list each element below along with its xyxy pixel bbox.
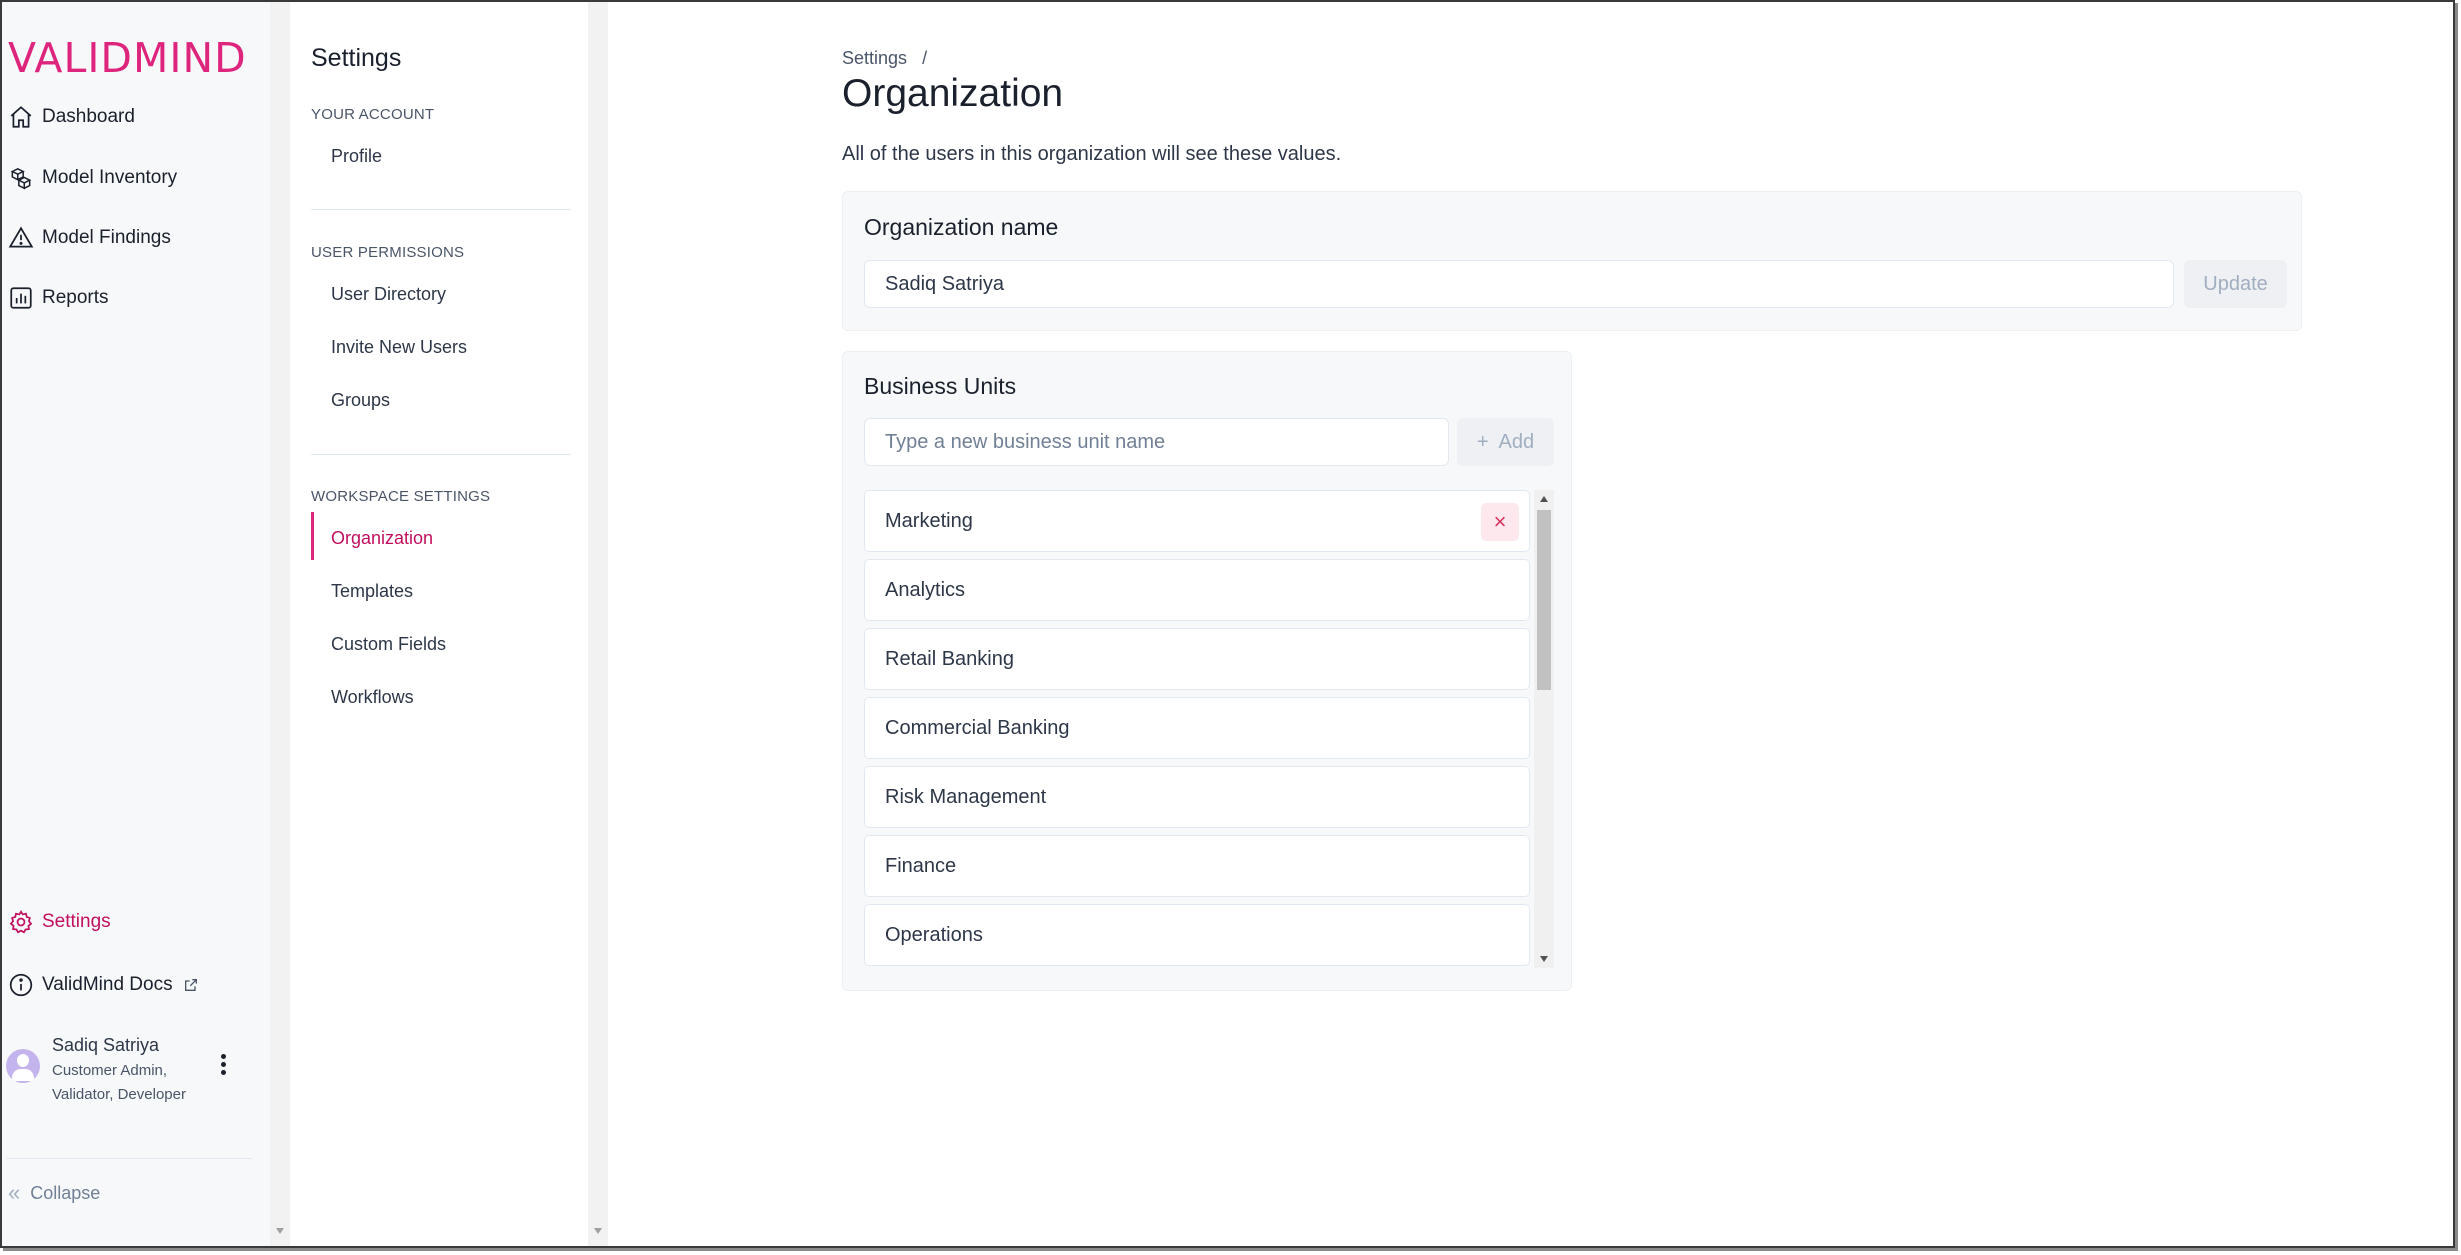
home-icon bbox=[10, 106, 32, 128]
subnav-item-invite-new-users[interactable]: Invite New Users bbox=[331, 337, 467, 358]
subnav-scrollbar[interactable] bbox=[588, 2, 608, 1246]
subnav-section-your-account: YOUR ACCOUNT bbox=[311, 106, 435, 123]
subnav-item-profile[interactable]: Profile bbox=[331, 146, 382, 167]
left-navigation: VALIDMIND Dashboard Model Inventory Mode… bbox=[2, 2, 270, 1246]
subnav-item-groups[interactable]: Groups bbox=[331, 390, 390, 411]
business-unit-name: Operations bbox=[885, 923, 983, 946]
subnav-divider bbox=[311, 454, 571, 455]
nav-settings-label: Settings bbox=[42, 911, 111, 932]
nav-model-inventory-label: Model Inventory bbox=[42, 167, 178, 188]
list-item[interactable]: Finance bbox=[864, 835, 1530, 897]
business-unit-name: Retail Banking bbox=[885, 647, 1014, 670]
nav-model-findings-label: Model Findings bbox=[42, 227, 171, 248]
business-unit-name: Marketing bbox=[885, 509, 973, 532]
page-description: All of the users in this organization wi… bbox=[842, 143, 1342, 165]
leftnav-divider bbox=[6, 1158, 252, 1159]
subnav-title: Settings bbox=[311, 44, 402, 72]
page-title: Organization bbox=[842, 72, 1064, 115]
list-item[interactable]: Risk Management bbox=[864, 766, 1530, 828]
subnav-active-indicator bbox=[311, 512, 314, 560]
organization-name-title: Organization name bbox=[864, 214, 1059, 240]
nav-model-inventory[interactable]: Model Inventory bbox=[8, 165, 177, 191]
external-link-icon bbox=[184, 979, 197, 991]
nav-settings[interactable]: Settings bbox=[8, 909, 111, 935]
list-item[interactable]: Commercial Banking bbox=[864, 697, 1530, 759]
subnav-section-user-permissions: USER PERMISSIONS bbox=[311, 244, 465, 261]
nav-model-findings[interactable]: Model Findings bbox=[8, 225, 171, 251]
update-button[interactable]: Update bbox=[2184, 260, 2287, 308]
scroll-down-arrow-icon[interactable] bbox=[594, 1228, 602, 1234]
nav-reports[interactable]: Reports bbox=[8, 285, 109, 311]
user-role-line2: Validator, Developer bbox=[52, 1086, 186, 1103]
organization-name-input[interactable]: Sadiq Satriya bbox=[864, 260, 2174, 308]
settings-subnav: Settings YOUR ACCOUNT Profile USER PERMI… bbox=[290, 2, 588, 1246]
cubes-icon bbox=[10, 167, 32, 190]
collapse-label: Collapse bbox=[30, 1182, 101, 1203]
user-role-line1: Customer Admin, bbox=[52, 1062, 168, 1079]
plus-icon: + bbox=[1476, 430, 1489, 453]
avatar[interactable] bbox=[6, 1049, 40, 1083]
add-business-unit-label: Add bbox=[1498, 430, 1535, 453]
business-unit-name-input[interactable]: Type a new business unit name bbox=[864, 418, 1449, 466]
subnav-item-templates[interactable]: Templates bbox=[331, 581, 413, 602]
business-unit-name: Analytics bbox=[885, 578, 966, 601]
double-chevron-left-icon: « bbox=[8, 1180, 21, 1205]
scrollbar-thumb[interactable] bbox=[1537, 510, 1551, 690]
user-name: Sadiq Satriya bbox=[52, 1035, 160, 1055]
gear-icon bbox=[9, 910, 33, 934]
warning-icon bbox=[8, 226, 34, 248]
list-item[interactable]: Marketing × bbox=[864, 490, 1530, 552]
nav-validmind-docs[interactable]: ValidMind Docs bbox=[8, 972, 207, 998]
business-unit-name: Finance bbox=[885, 854, 957, 877]
list-item[interactable]: Analytics bbox=[864, 559, 1530, 621]
subnav-item-organization[interactable]: Organization bbox=[331, 528, 433, 549]
subnav-item-user-directory[interactable]: User Directory bbox=[331, 284, 446, 305]
remove-business-unit-button[interactable]: × bbox=[1481, 503, 1519, 541]
user-menu-kebab-icon[interactable] bbox=[216, 1054, 230, 1078]
business-units-card: Business Units Type a new business unit … bbox=[842, 351, 1572, 991]
subnav-item-custom-fields[interactable]: Custom Fields bbox=[331, 634, 446, 655]
user-profile-box[interactable]: Sadiq Satriya Customer Admin, Validator,… bbox=[6, 1032, 236, 1104]
nav-validmind-docs-label: ValidMind Docs bbox=[42, 974, 173, 995]
list-item[interactable]: Retail Banking bbox=[864, 628, 1530, 690]
breadcrumb: Settings / bbox=[842, 48, 927, 69]
nav-dashboard[interactable]: Dashboard bbox=[8, 104, 135, 130]
organization-name-card: Organization name Sadiq Satriya Update bbox=[842, 191, 2302, 331]
nav-dashboard-label: Dashboard bbox=[42, 106, 135, 127]
subnav-section-workspace-settings: WORKSPACE SETTINGS bbox=[311, 488, 491, 505]
business-units-list: Marketing × Analytics Retail Banking Com… bbox=[864, 490, 1554, 968]
info-icon bbox=[9, 973, 33, 997]
scroll-down-arrow-icon[interactable] bbox=[276, 1228, 284, 1234]
app-window: VALIDMIND Dashboard Model Inventory Mode… bbox=[0, 0, 2455, 1248]
nav-reports-label: Reports bbox=[42, 287, 109, 308]
subnav-item-workflows[interactable]: Workflows bbox=[331, 687, 414, 708]
validmind-logo[interactable]: VALIDMIND bbox=[8, 34, 247, 82]
bar-chart-icon bbox=[10, 287, 32, 309]
leftnav-scrollbar[interactable] bbox=[270, 2, 290, 1246]
collapse-button[interactable]: « Collapse bbox=[8, 1180, 100, 1206]
add-business-unit-button[interactable]: + Add bbox=[1457, 418, 1554, 466]
business-unit-name: Commercial Banking bbox=[885, 716, 1070, 739]
business-units-scrollbar[interactable] bbox=[1534, 490, 1554, 968]
breadcrumb-settings-link[interactable]: Settings bbox=[842, 48, 907, 68]
business-units-title: Business Units bbox=[864, 373, 1017, 399]
list-item[interactable]: Operations bbox=[864, 904, 1530, 966]
business-unit-name: Risk Management bbox=[885, 785, 1047, 808]
scroll-up-arrow-icon[interactable] bbox=[1540, 496, 1548, 502]
breadcrumb-separator: / bbox=[922, 48, 928, 68]
close-icon: × bbox=[1493, 509, 1507, 534]
scroll-down-arrow-icon[interactable] bbox=[1540, 956, 1548, 962]
subnav-divider bbox=[311, 209, 571, 210]
